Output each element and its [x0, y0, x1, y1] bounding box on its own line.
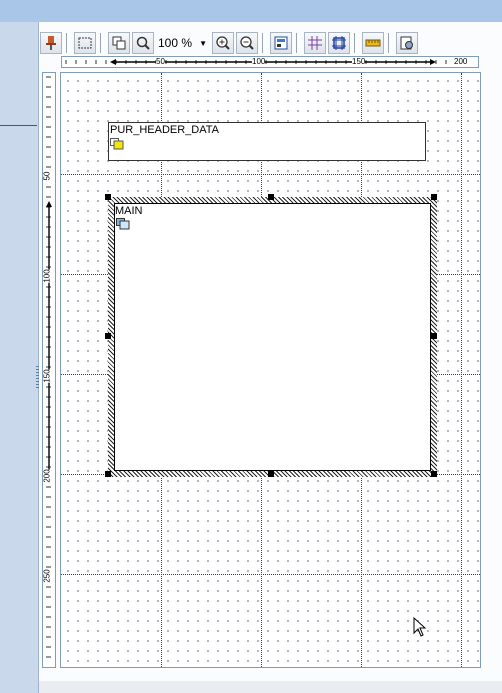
toolbar-separator	[262, 33, 267, 53]
toolbar-separator	[66, 33, 70, 53]
zoom-level-select[interactable]: 100 % ▼	[156, 32, 210, 54]
select-area-icon	[78, 37, 92, 49]
horizontal-ruler: 50 100 150 200	[61, 56, 479, 68]
form-layout-canvas[interactable]: PUR_HEADER_DATA MAIN	[60, 72, 481, 668]
ruler-label-100: 100	[252, 57, 266, 66]
settings-button[interactable]	[396, 32, 419, 54]
vruler-label-50: 50	[42, 171, 52, 181]
pin-icon	[46, 36, 56, 50]
zoom-in-icon	[216, 36, 230, 50]
zoom-magnifier-icon	[136, 36, 150, 50]
zoom-dropdown-arrow-icon[interactable]: ▼	[198, 35, 208, 51]
vruler-label-100: 100	[42, 269, 52, 283]
settings-icon	[400, 36, 414, 50]
zoom-in-button[interactable]	[212, 32, 235, 54]
vruler-label-200: 200	[42, 469, 52, 483]
ruler-icon	[365, 39, 381, 47]
graphical-form-painter-toolbar: 100 % ▼	[40, 31, 419, 55]
resize-handle-bottom[interactable]	[268, 471, 274, 477]
resize-handle-bottom-left[interactable]	[105, 471, 111, 477]
horizontal-ruler-scale	[65, 59, 467, 65]
secondary-window-icon	[110, 138, 124, 150]
zoom-magnifier-button[interactable]	[132, 32, 154, 54]
resize-handle-top-left[interactable]	[105, 194, 111, 200]
mouse-pointer-icon	[413, 617, 427, 637]
vruler-label-150: 150	[42, 369, 52, 383]
window-layout-button[interactable]	[270, 32, 293, 54]
toolbar-separator	[388, 33, 393, 53]
panel-divider	[0, 125, 37, 126]
copy-windows-icon	[112, 36, 126, 50]
window-name-label: PUR_HEADER_DATA	[110, 124, 220, 136]
grid-line	[61, 574, 480, 575]
window-pur-header-data[interactable]: PUR_HEADER_DATA	[108, 122, 426, 161]
pin-button[interactable]	[40, 32, 62, 54]
grid-icon	[308, 36, 323, 50]
window-main-frame: MAIN	[114, 203, 431, 471]
grid-align-icon	[332, 36, 347, 50]
toolbar-separator	[100, 33, 104, 53]
select-area-button[interactable]	[74, 32, 96, 54]
copy-windows-button[interactable]	[108, 32, 130, 54]
grid-align-button[interactable]	[328, 32, 351, 54]
toolbar-separator	[296, 33, 301, 53]
grid-line	[61, 174, 480, 175]
resize-handle-top[interactable]	[268, 194, 274, 200]
vruler-label-250: 250	[42, 569, 52, 583]
toolbar-separator	[354, 33, 359, 53]
zoom-level-value: 100 %	[158, 36, 193, 50]
ruler-label-50: 50	[156, 57, 165, 66]
zoom-out-icon	[240, 36, 254, 50]
bottom-status-strip	[39, 681, 502, 693]
grid-button[interactable]	[304, 32, 327, 54]
window-name-label: MAIN	[115, 205, 143, 217]
window-layout-icon	[274, 36, 288, 50]
grid-line	[461, 73, 462, 667]
ruler-label-200: 200	[454, 57, 468, 66]
zoom-out-button[interactable]	[236, 32, 259, 54]
vertical-ruler: 50 100 150 200 250	[42, 72, 56, 668]
main-window-icon	[116, 218, 130, 230]
left-navigation-panel[interactable]	[0, 22, 39, 693]
window-main[interactable]: MAIN	[108, 197, 437, 477]
ruler-button[interactable]	[362, 32, 385, 54]
resize-handle-left[interactable]	[105, 333, 111, 339]
resize-handle-right[interactable]	[431, 333, 437, 339]
resize-handle-top-right[interactable]	[431, 194, 437, 200]
window-title-strip	[0, 0, 502, 22]
resize-handle-bottom-right[interactable]	[431, 471, 437, 477]
ruler-label-150: 150	[352, 57, 366, 66]
